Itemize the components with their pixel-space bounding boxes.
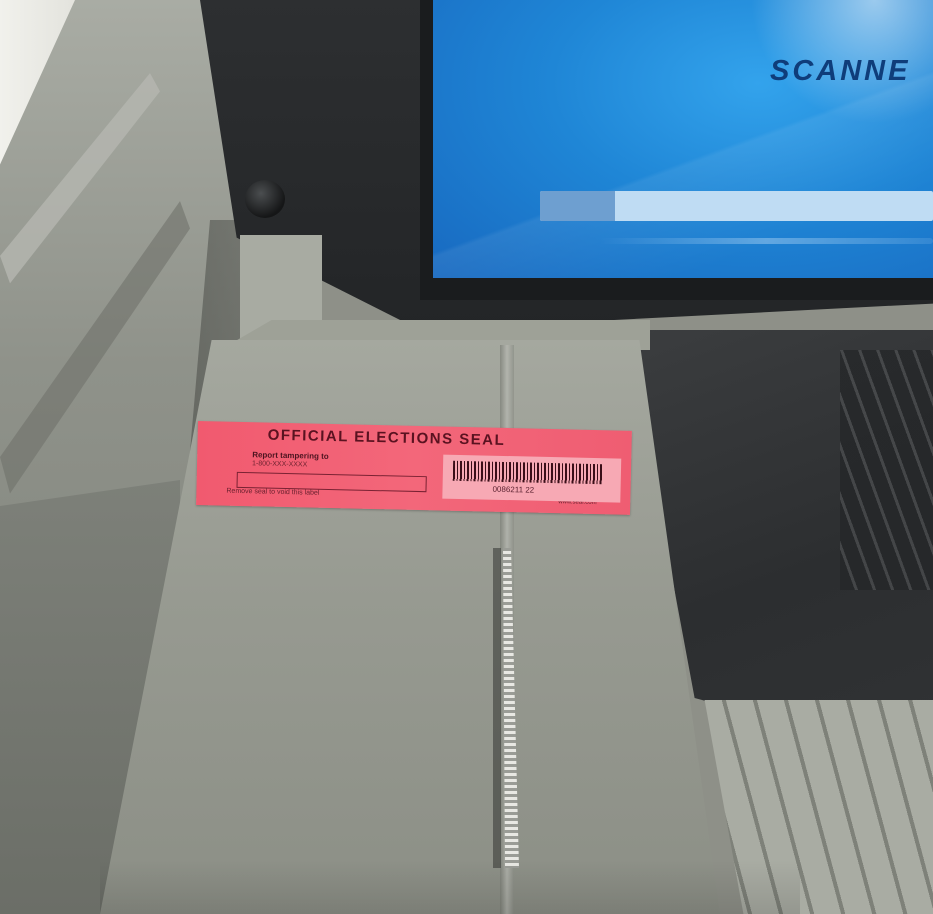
lower-shadow (100, 860, 800, 914)
photo-scene: SCANNE OFFICIAL ELECTIONS SEAL Report ta… (0, 0, 933, 914)
progress-bar-fill (540, 191, 615, 221)
seal-barcode-panel: 0086211 22 (442, 454, 622, 503)
barcode-icon (452, 460, 604, 485)
seal-title: OFFICIAL ELECTIONS SEAL (267, 426, 506, 449)
power-button[interactable] (245, 180, 285, 218)
barcode-number: 0086211 22 (492, 484, 535, 495)
elections-seal-sticker: OFFICIAL ELECTIONS SEAL Report tampering… (196, 421, 632, 515)
screen-blurred-caption (600, 238, 933, 244)
seal-footer-text: Remove seal to void this label (226, 487, 320, 497)
output-tray-ribs-dark (840, 350, 933, 590)
screen-title: SCANNE (770, 55, 911, 87)
screen-glare (640, 0, 933, 200)
seal-text-line1: Report tampering to (252, 450, 329, 461)
seal-text-line2: 1-800-XXX-XXXX (251, 460, 308, 469)
ballot-slot-shadow (493, 548, 501, 868)
